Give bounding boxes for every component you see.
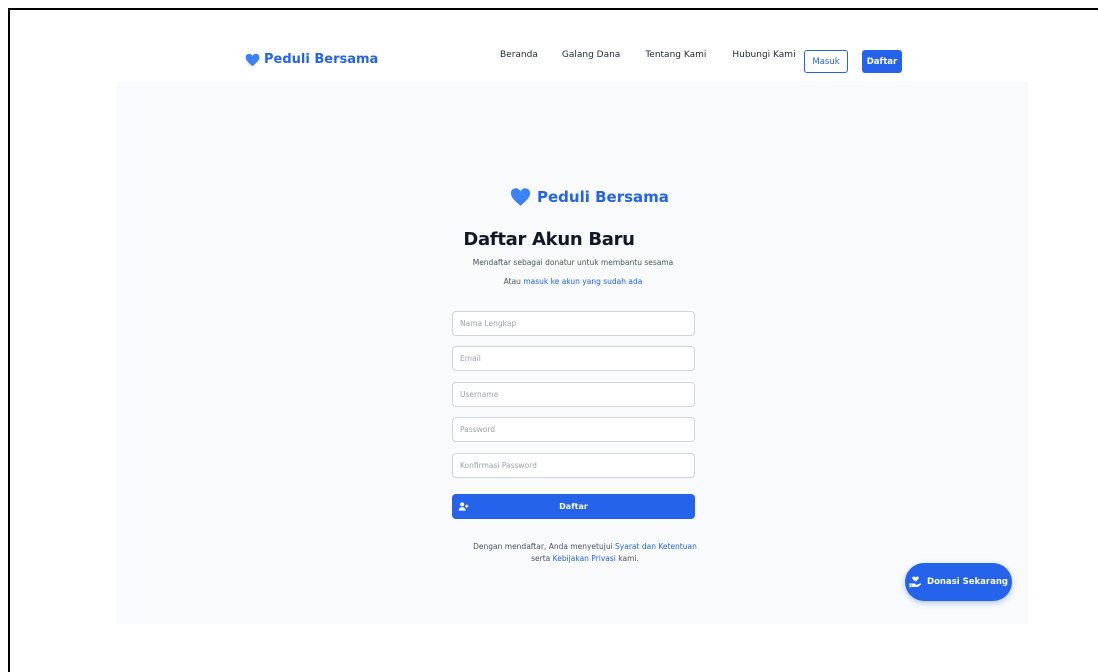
login-hint: Atau masuk ke akun yang sudah ada [0,277,1098,286]
nav-link-beranda[interactable]: Beranda [500,50,538,60]
hand-heart-icon [909,576,922,588]
heart-icon [510,188,531,206]
brand-name: Peduli Bersama [264,52,379,67]
register-button[interactable]: Daftar [862,50,902,73]
submit-register-button[interactable]: Daftar [452,494,695,519]
terms-link[interactable]: Syarat dan Ketentuan [615,542,697,551]
email-field[interactable]: Email [452,346,695,371]
confirm-password-field[interactable]: Konfirmasi Password [452,453,695,478]
nav-link-hubungi-kami[interactable]: Hubungi Kami [732,50,795,60]
password-field[interactable]: Password [452,417,695,442]
user-plus-icon [458,502,469,511]
nav-link-tentang-kami[interactable]: Tentang Kami [645,50,706,60]
form-brand-name: Peduli Bersama [537,188,669,206]
privacy-link[interactable]: Kebijakan Privasi [553,554,616,563]
nav-link-galang-dana[interactable]: Galang Dana [562,50,620,60]
top-navbar: Peduli Bersama Beranda Galang Dana Tenta… [0,0,1098,80]
login-hint-prefix: Atau [503,277,521,286]
page-subtitle: Mendaftar sebagai donatur untuk membantu… [472,258,674,267]
login-link[interactable]: masuk ke akun yang sudah ada [523,277,642,286]
login-button[interactable]: Masuk [804,50,848,73]
username-field[interactable]: Username [452,382,695,407]
terms-notice: Dengan mendaftar, Anda menyetujui Syarat… [0,541,1098,565]
page-title: Daftar Akun Baru [463,229,635,250]
terms-suffix: kami. [618,554,639,563]
donate-now-label: Donasi Sekarang [927,577,1008,587]
submit-label: Daftar [559,502,588,511]
terms-prefix: Dengan mendaftar, Anda menyetujui [473,542,613,551]
full-name-field[interactable]: Nama Lengkap [452,311,695,336]
form-brand-logo: Peduli Bersama [510,187,669,207]
terms-middle: serta [531,554,551,563]
donate-now-button[interactable]: Donasi Sekarang [905,563,1012,601]
nav-links: Beranda Galang Dana Tentang Kami Hubungi… [500,50,820,60]
heart-icon [245,53,260,66]
brand-logo[interactable]: Peduli Bersama [245,52,378,67]
